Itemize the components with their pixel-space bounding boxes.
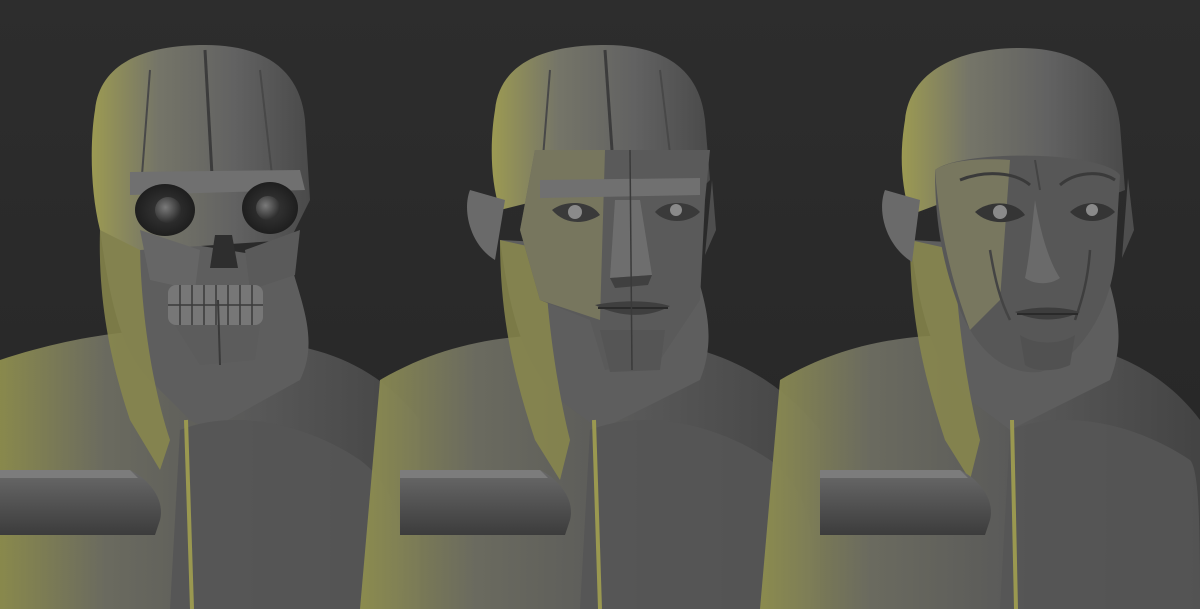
render-viewport bbox=[0, 0, 1200, 609]
sculpt-render bbox=[0, 0, 1200, 609]
